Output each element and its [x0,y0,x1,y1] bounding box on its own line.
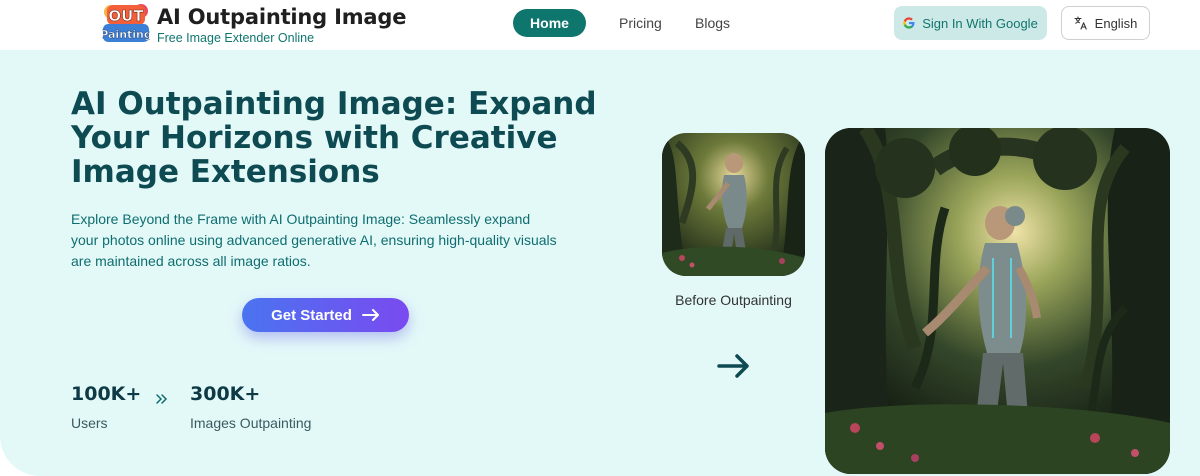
stat-images-value: 300K+ [190,383,261,405]
translate-icon [1074,16,1088,30]
brand-subtitle: Free Image Extender Online [157,31,315,45]
stat-users-value: 100K+ [71,383,142,405]
svg-text:Painting: Painting [102,28,150,41]
site-header: OUT Painting AI Outpainting Image Free I… [0,0,1200,50]
nav-blogs[interactable]: Blogs [695,15,730,31]
logo-icon[interactable]: OUT Painting [102,2,150,44]
sign-in-label: Sign In With Google [922,15,1038,31]
language-selector[interactable]: English [1061,6,1150,40]
svg-text:OUT: OUT [108,7,144,25]
get-started-button[interactable]: Get Started [242,298,409,332]
language-label: English [1094,15,1138,31]
sign-in-google-button[interactable]: Sign In With Google [894,6,1047,40]
nav-pricing[interactable]: Pricing [619,15,662,31]
brand-title[interactable]: AI Outpainting Image [157,5,406,29]
get-started-label: Get Started [271,306,352,324]
double-chevron-right-icon [155,393,169,405]
hero-description: Explore Beyond the Frame with AI Outpain… [71,211,557,269]
nav-home-label: Home [530,15,569,31]
after-outpainting-image [825,128,1170,474]
stat-images-label: Images Outpainting [190,415,312,431]
before-outpainting-caption: Before Outpainting [675,292,792,308]
nav-home[interactable]: Home [513,9,586,37]
arrow-right-icon [361,309,380,321]
arrow-right-icon [717,351,751,381]
hero-title: AI Outpainting Image: Expand Your Horizo… [71,86,597,190]
before-outpainting-image [662,133,805,276]
hero-section: AI Outpainting Image: Expand Your Horizo… [0,50,1200,476]
stat-users-label: Users [71,415,108,431]
google-icon [903,17,915,29]
